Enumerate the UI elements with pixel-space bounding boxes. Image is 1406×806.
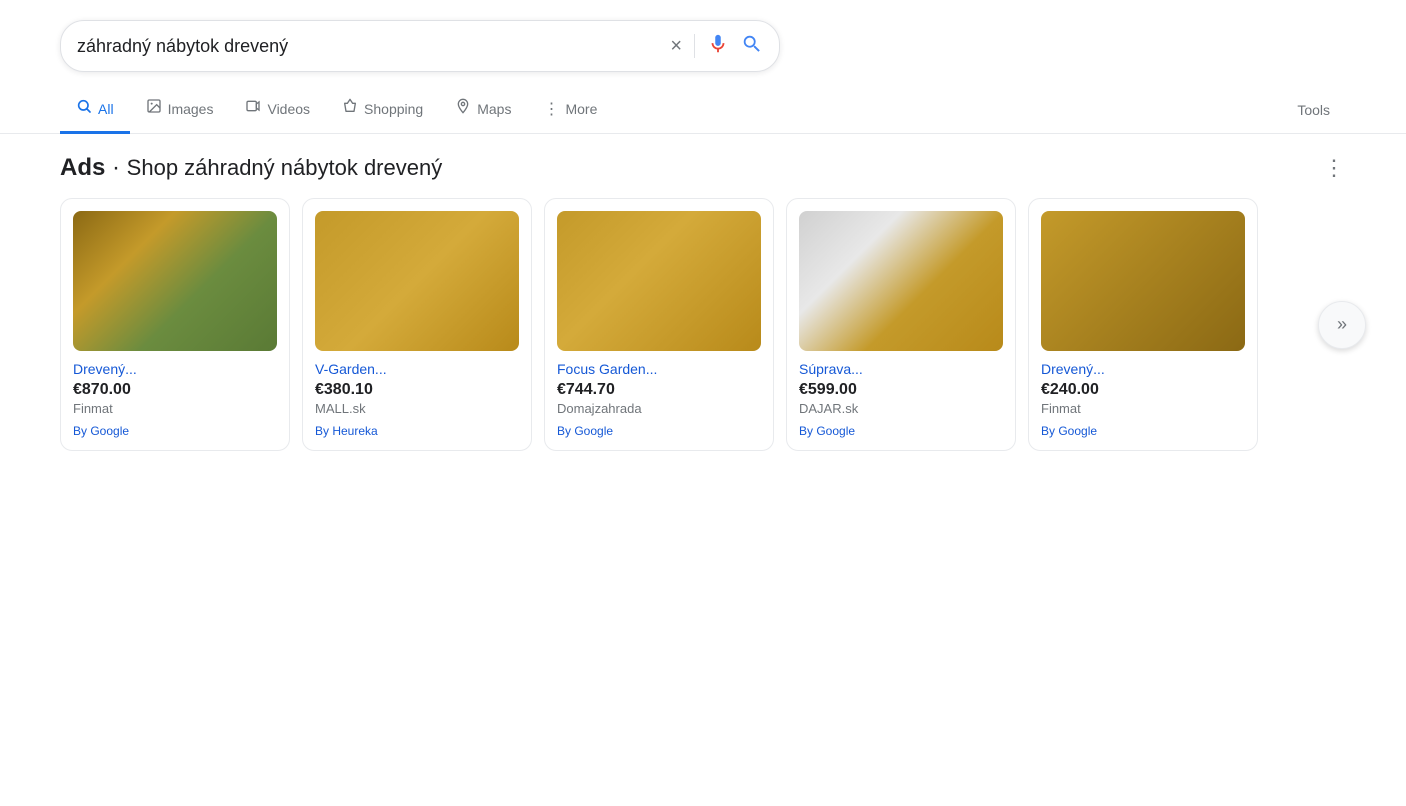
product-by-5: By Google (1041, 424, 1245, 438)
tab-maps[interactable]: Maps (439, 86, 527, 134)
product-price-4: €599.00 (799, 381, 1003, 399)
ads-title: Ads · Shop záhradný nábytok drevený (60, 154, 442, 182)
mic-icon[interactable] (707, 33, 729, 60)
product-price-5: €240.00 (1041, 381, 1245, 399)
tools-label: Tools (1297, 102, 1330, 118)
product-by-4: By Google (799, 424, 1003, 438)
product-title-3: Focus Garden... (557, 361, 761, 377)
product-title-2: V-Garden... (315, 361, 519, 377)
clear-icon[interactable]: × (670, 35, 682, 58)
search-input[interactable] (77, 36, 670, 57)
product-image-5 (1041, 211, 1245, 351)
videos-icon (245, 98, 261, 119)
product-store-5: Finmat (1041, 401, 1245, 416)
tab-shopping-label: Shopping (364, 101, 423, 117)
ads-header: Ads · Shop záhradný nábytok drevený ⋮ (60, 154, 1346, 182)
product-title-4: Súprava... (799, 361, 1003, 377)
product-card-2[interactable]: V-Garden... €380.10 MALL.sk By Heureka (302, 198, 532, 451)
maps-icon (455, 98, 471, 119)
product-by-1: By Google (73, 424, 277, 438)
products-grid: Drevený... €870.00 Finmat By Google V-Ga… (60, 198, 1346, 451)
product-price-3: €744.70 (557, 381, 761, 399)
tab-maps-label: Maps (477, 101, 511, 117)
search-icon[interactable] (741, 33, 763, 60)
main-content: Ads · Shop záhradný nábytok drevený ⋮ Dr… (0, 134, 1406, 471)
product-card-3[interactable]: Focus Garden... €744.70 Domajzahrada By … (544, 198, 774, 451)
search-bar: × (60, 20, 780, 72)
product-store-3: Domajzahrada (557, 401, 761, 416)
product-store-2: MALL.sk (315, 401, 519, 416)
product-image-4 (799, 211, 1003, 351)
tab-all-label: All (98, 101, 114, 117)
product-card-1[interactable]: Drevený... €870.00 Finmat By Google (60, 198, 290, 451)
product-title-5: Drevený... (1041, 361, 1245, 377)
tab-more-label: More (565, 101, 597, 117)
product-by-3: By Google (557, 424, 761, 438)
product-card-5[interactable]: Drevený... €240.00 Finmat By Google (1028, 198, 1258, 451)
tab-shopping[interactable]: Shopping (326, 86, 439, 134)
tab-images[interactable]: Images (130, 86, 230, 134)
tab-videos[interactable]: Videos (229, 86, 326, 134)
more-dots-icon: ⋮ (543, 99, 559, 119)
product-title-1: Drevený... (73, 361, 277, 377)
tab-videos-label: Videos (267, 101, 310, 117)
tab-all[interactable]: All (60, 86, 130, 134)
product-price-1: €870.00 (73, 381, 277, 399)
tab-images-label: Images (168, 101, 214, 117)
tab-more[interactable]: ⋮ More (527, 87, 613, 134)
ads-label: Ads (60, 154, 105, 181)
nav-tabs: All Images Videos Shopping Maps ⋮ More T… (0, 82, 1406, 134)
ads-more-button[interactable]: ⋮ (1323, 157, 1346, 179)
ads-shop-title: Shop záhradný nábytok drevený (127, 155, 443, 180)
product-card-4[interactable]: Súprava... €599.00 DAJAR.sk By Google (786, 198, 1016, 451)
shopping-icon (342, 98, 358, 119)
product-image-3 (557, 211, 761, 351)
product-store-4: DAJAR.sk (799, 401, 1003, 416)
product-image-2 (315, 211, 519, 351)
images-icon (146, 98, 162, 119)
product-image-1 (73, 211, 277, 351)
product-price-2: €380.10 (315, 381, 519, 399)
product-by-2: By Heureka (315, 424, 519, 438)
next-products-button[interactable]: » (1318, 301, 1366, 349)
search-icons: × (670, 33, 763, 60)
product-store-1: Finmat (73, 401, 277, 416)
tools-tab[interactable]: Tools (1281, 90, 1346, 130)
search-bar-container: × (0, 0, 1406, 82)
all-icon (76, 98, 92, 119)
vertical-divider (694, 34, 695, 58)
